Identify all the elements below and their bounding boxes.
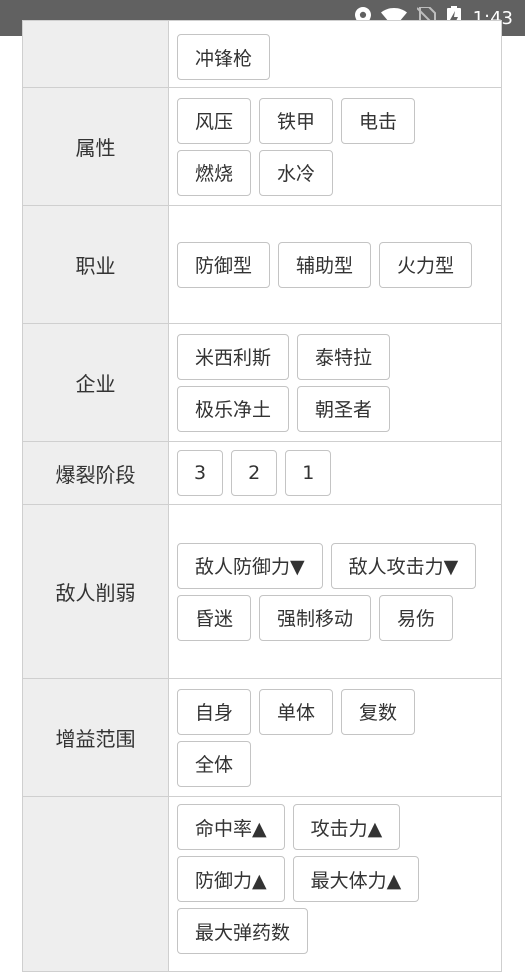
buff-option-def-up[interactable]: 防御力▲ (177, 856, 285, 902)
buff-range-label: 增益范围 (22, 678, 169, 797)
company-option-tetra[interactable]: 泰特拉 (297, 333, 391, 380)
attribute-label: 属性 (22, 87, 169, 206)
debuff-label: 敌人削弱 (22, 504, 169, 679)
debuff-option-atk-down[interactable]: 敌人攻击力▼ (330, 542, 477, 589)
company-option-pilgrim[interactable]: 朝圣者 (297, 385, 391, 432)
company-option-elysion[interactable]: 极乐净土 (177, 385, 290, 432)
filter-table: 冲锋枪 属性 风压 铁甲 电击 燃烧 水冷 职业 防御型 辅助型 火力型 企业 (22, 20, 502, 972)
weapon-options: 冲锋枪 (168, 20, 502, 88)
class-option-defender[interactable]: 防御型 (177, 241, 271, 288)
attribute-row: 属性 风压 铁甲 电击 燃烧 水冷 (22, 87, 502, 206)
buff-option-max-ammo[interactable]: 最大弹药数 (177, 908, 309, 954)
buff-options: 命中率▲ 攻击力▲ 防御力▲ 最大体力▲ 最大弹药数 (168, 796, 502, 972)
weapon-row: 冲锋枪 (22, 20, 502, 88)
debuff-options: 敌人防御力▼ 敌人攻击力▼ 昏迷 强制移动 易伤 (168, 504, 502, 679)
company-option-missilis[interactable]: 米西利斯 (177, 333, 290, 380)
company-options: 米西利斯 泰特拉 极乐净土 朝圣者 (168, 323, 502, 442)
buff-label (22, 796, 169, 972)
attribute-option-fire[interactable]: 燃烧 (177, 149, 252, 196)
company-label: 企业 (22, 323, 169, 442)
attribute-options: 风压 铁甲 电击 燃烧 水冷 (168, 87, 502, 206)
class-options: 防御型 辅助型 火力型 (168, 205, 502, 324)
buff-option-hit-rate-up[interactable]: 命中率▲ (177, 804, 285, 850)
buff-range-option-multiple[interactable]: 复数 (341, 688, 416, 735)
attribute-option-wind[interactable]: 风压 (177, 97, 252, 144)
buff-range-options: 自身 单体 复数 全体 (168, 678, 502, 797)
buff-range-option-single[interactable]: 单体 (259, 688, 334, 735)
buff-row: 命中率▲ 攻击力▲ 防御力▲ 最大体力▲ 最大弹药数 (22, 796, 502, 972)
debuff-option-stun[interactable]: 昏迷 (177, 594, 252, 641)
weapon-option[interactable]: 冲锋枪 (177, 34, 271, 80)
attribute-option-electric[interactable]: 电击 (341, 97, 416, 144)
buff-range-row: 增益范围 自身 单体 复数 全体 (22, 678, 502, 797)
debuff-option-forced-move[interactable]: 强制移动 (259, 594, 372, 641)
debuff-row: 敌人削弱 敌人防御力▼ 敌人攻击力▼ 昏迷 强制移动 易伤 (22, 504, 502, 679)
buff-range-option-self[interactable]: 自身 (177, 688, 252, 735)
burst-label: 爆裂阶段 (22, 441, 169, 505)
class-row: 职业 防御型 辅助型 火力型 (22, 205, 502, 324)
buff-option-atk-up[interactable]: 攻击力▲ (292, 804, 401, 850)
company-row: 企业 米西利斯 泰特拉 极乐净土 朝圣者 (22, 323, 502, 442)
weapon-label (22, 20, 169, 88)
burst-row: 爆裂阶段 3 2 1 (22, 441, 502, 505)
burst-options: 3 2 1 (168, 441, 502, 505)
burst-option-1[interactable]: 1 (285, 450, 332, 496)
attribute-option-iron[interactable]: 铁甲 (259, 97, 334, 144)
class-label: 职业 (22, 205, 169, 324)
debuff-option-def-down[interactable]: 敌人防御力▼ (177, 542, 323, 589)
class-option-attacker[interactable]: 火力型 (379, 241, 473, 288)
buff-option-max-hp-up[interactable]: 最大体力▲ (292, 856, 420, 902)
attribute-option-water[interactable]: 水冷 (259, 149, 334, 196)
burst-option-3[interactable]: 3 (177, 450, 224, 496)
debuff-option-vulnerable[interactable]: 易伤 (379, 594, 454, 641)
burst-option-2[interactable]: 2 (231, 450, 278, 496)
class-option-supporter[interactable]: 辅助型 (278, 241, 372, 288)
buff-range-option-all[interactable]: 全体 (177, 740, 252, 787)
